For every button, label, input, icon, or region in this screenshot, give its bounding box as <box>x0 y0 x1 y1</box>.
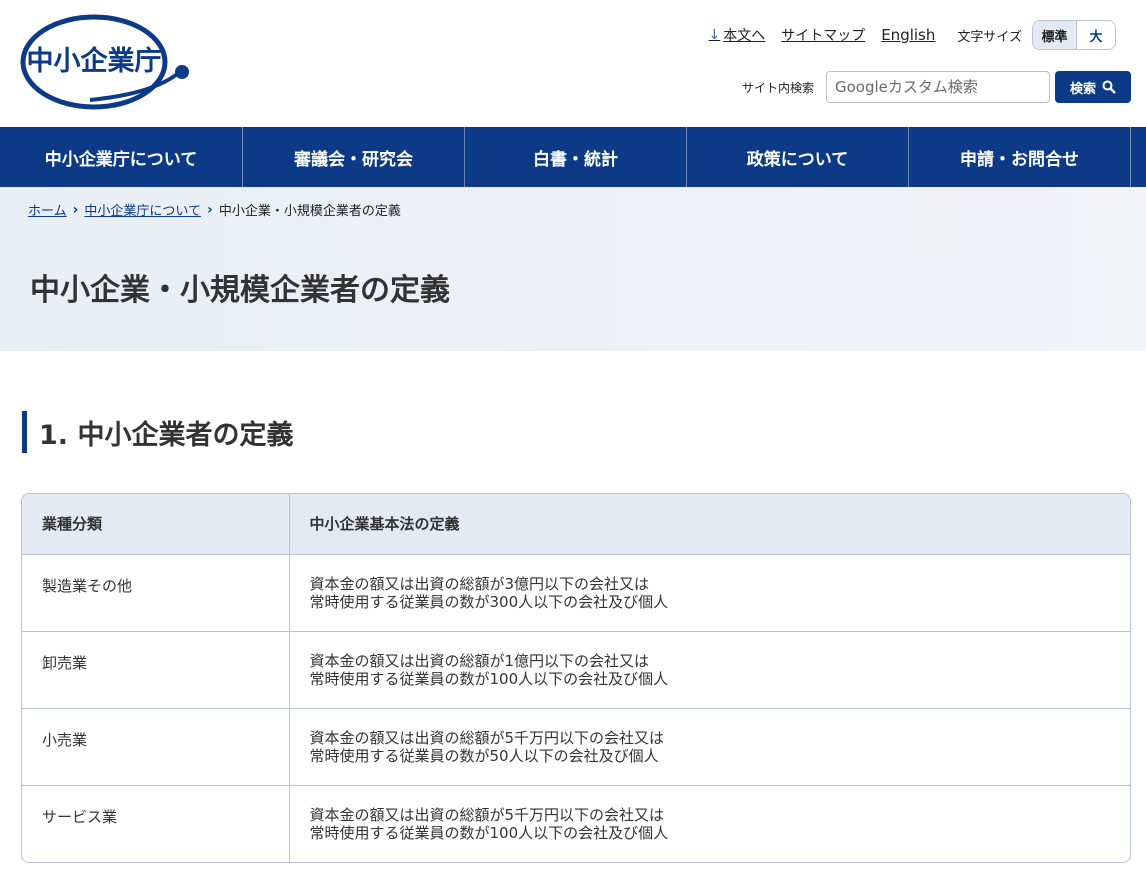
table-header-row: 業種分類 中小企業基本法の定義 <box>22 494 1130 554</box>
definition-line: 資本金の額又は出資の総額が5千万円以下の会社又は <box>309 728 665 747</box>
definition-cell: 資本金の額又は出資の総額が3億円以下の会社又は 常時使用する従業員の数が300人… <box>289 553 1130 631</box>
font-size-toggle: 標準 大 <box>1032 20 1116 50</box>
definition-line: 常時使用する従業員の数が100人以下の会社及び個人 <box>309 669 669 688</box>
definition-line: 常時使用する従業員の数が300人以下の会社及び個人 <box>309 592 669 611</box>
table-row: 卸売業 資本金の額又は出資の総額が1億円以下の会社又は 常時使用する従業員の数が… <box>22 630 1130 708</box>
table-row: サービス業 資本金の額又は出資の総額が5千万円以下の会社又は 常時使用する従業員… <box>22 784 1130 862</box>
breadcrumb: ホーム › 中小企業庁について › 中小企業・小規模企業者の定義 <box>28 200 401 220</box>
table-row: 小売業 資本金の額又は出資の総額が5千万円以下の会社又は 常時使用する従業員の数… <box>22 707 1130 785</box>
category-cell: サービス業 <box>22 784 290 862</box>
sitemap-link[interactable]: サイトマップ <box>781 25 865 45</box>
nav-item-contact[interactable]: 申請・お問合せ <box>909 127 1131 187</box>
arrow-down-icon: ↓ <box>708 27 721 43</box>
chevron-right-icon: › <box>207 201 213 218</box>
chevron-right-icon: › <box>72 201 79 218</box>
definition-line: 資本金の額又は出資の総額が1億円以下の会社又は <box>309 651 650 670</box>
page-title: 中小企業・小規模企業者の定義 <box>30 273 450 308</box>
search-input[interactable] <box>826 71 1050 103</box>
global-nav: 中小企業庁について 審議会・研究会 白書・統計 政策について 申請・お問合せ <box>0 127 1146 187</box>
table-row: 製造業その他 資本金の額又は出資の総額が3億円以下の会社又は 常時使用する従業員… <box>22 553 1130 631</box>
category-cell: 製造業その他 <box>22 553 290 631</box>
nav-item-whitepapers[interactable]: 白書・統計 <box>465 127 687 187</box>
definition-line: 資本金の額又は出資の総額が5千万円以下の会社又は <box>309 805 665 824</box>
definition-line: 資本金の額又は出資の総額が3億円以下の会社又は <box>309 574 650 593</box>
definition-table: 業種分類 中小企業基本法の定義 製造業その他 資本金の額又は出資の総額が3億円以… <box>21 493 1131 863</box>
site-header: 中小企業庁 ↓ 本文へ サイトマップ English 文字サイズ 標準 大 サイ… <box>0 0 1146 127</box>
site-logo[interactable]: 中小企業庁 <box>20 14 192 110</box>
skip-to-content-link[interactable]: ↓ 本文へ <box>708 25 765 45</box>
search-button[interactable]: 検索 <box>1055 71 1131 103</box>
nav-item-about[interactable]: 中小企業庁について <box>0 127 243 187</box>
column-header-definition: 中小企業基本法の定義 <box>289 494 1130 554</box>
category-cell: 小売業 <box>22 707 290 785</box>
nav-item-councils[interactable]: 審議会・研究会 <box>243 127 465 187</box>
column-header-category: 業種分類 <box>22 494 290 554</box>
definition-cell: 資本金の額又は出資の総額が1億円以下の会社又は 常時使用する従業員の数が100人… <box>289 630 1130 708</box>
definition-line: 常時使用する従業員の数が100人以下の会社及び個人 <box>309 823 669 842</box>
search-icon <box>1102 80 1116 94</box>
english-link[interactable]: English <box>881 26 935 44</box>
logo-text: 中小企業庁 <box>27 45 162 77</box>
section-title: 1. 中小企業者の定義 <box>22 411 293 453</box>
definition-cell: 資本金の額又は出資の総額が5千万円以下の会社又は 常時使用する従業員の数が50人… <box>289 707 1130 785</box>
definition-cell: 資本金の額又は出資の総額が5千万円以下の会社又は 常時使用する従業員の数が100… <box>289 784 1130 862</box>
breadcrumb-home[interactable]: ホーム <box>28 200 67 219</box>
search-label: サイト内検索 <box>741 80 814 95</box>
utility-bar: ↓ 本文へ サイトマップ English 文字サイズ 標準 大 <box>692 20 1116 50</box>
font-size-standard-button[interactable]: 標準 <box>1033 21 1077 49</box>
search-button-label: 検索 <box>1069 81 1096 97</box>
nav-item-policy[interactable]: 政策について <box>687 127 909 187</box>
category-cell: 卸売業 <box>22 630 290 708</box>
page-hero: ホーム › 中小企業庁について › 中小企業・小規模企業者の定義 中小企業・小規… <box>0 187 1146 351</box>
font-size-label: 文字サイズ <box>957 29 1022 45</box>
site-search: サイト内検索 検索 <box>742 71 1131 103</box>
font-size-large-button[interactable]: 大 <box>1077 21 1115 49</box>
definition-line: 常時使用する従業員の数が50人以下の会社及び個人 <box>309 746 659 765</box>
breadcrumb-parent[interactable]: 中小企業庁について <box>84 200 201 219</box>
skip-link-label: 本文へ <box>723 28 766 44</box>
breadcrumb-current: 中小企業・小規模企業者の定義 <box>218 204 401 219</box>
